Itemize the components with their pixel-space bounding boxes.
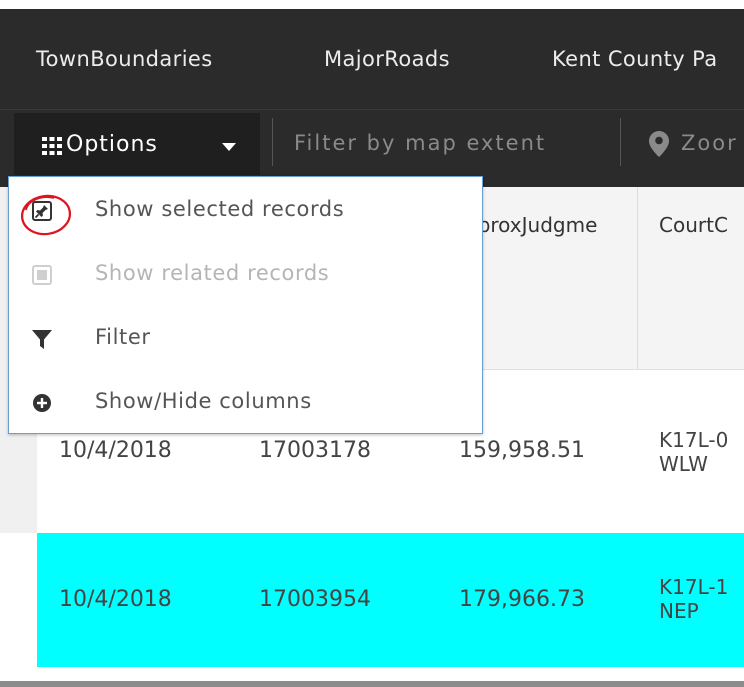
menu-item-label: Show/Hide columns xyxy=(95,389,312,413)
cell-amount: 159,958.51 xyxy=(459,438,585,463)
filter-by-map-extent-button[interactable]: Filter by map extent xyxy=(294,131,546,155)
horizontal-scrollbar[interactable] xyxy=(0,681,744,687)
menu-item-show-related-records[interactable]: Show related records xyxy=(9,243,482,307)
map-marker-icon xyxy=(649,131,669,157)
cell-id: 17003954 xyxy=(259,587,371,612)
menu-item-show-selected-records[interactable]: Show selected records xyxy=(9,179,482,243)
menu-item-filter[interactable]: Filter xyxy=(9,307,482,371)
menu-item-label: Show selected records xyxy=(95,197,345,221)
menu-item-label: Show related records xyxy=(95,261,330,285)
tab-majorroads[interactable]: MajorRoads xyxy=(324,47,450,71)
cell-date: 10/4/2018 xyxy=(59,587,172,612)
toolbar-divider xyxy=(620,118,621,166)
filter-icon xyxy=(32,330,52,349)
table-row-selected[interactable]: 10/4/2018 17003954 179,966.73 K17L-1 NEP xyxy=(37,533,744,667)
cell-date: 10/4/2018 xyxy=(59,438,172,463)
cell-court-line2: NEP xyxy=(659,599,699,623)
menu-item-show-hide-columns[interactable]: Show/Hide columns xyxy=(9,371,482,435)
row-selector[interactable] xyxy=(0,533,37,667)
options-label: Options xyxy=(66,132,158,157)
cell-court-line1: K17L-1 xyxy=(659,575,729,599)
layer-tab-bar: TownBoundaries MajorRoads Kent County Pa xyxy=(0,9,744,109)
cell-amount: 179,966.73 xyxy=(459,587,585,612)
cell-id: 17003178 xyxy=(259,438,371,463)
caret-down-icon xyxy=(222,143,236,151)
square-icon xyxy=(32,265,52,285)
column-divider xyxy=(637,187,638,369)
column-header-court[interactable]: CourtC xyxy=(659,213,728,237)
tab-kent-county[interactable]: Kent County Pa xyxy=(552,47,718,71)
grid-icon xyxy=(42,137,62,155)
tab-townboundaries[interactable]: TownBoundaries xyxy=(36,47,213,71)
annotation-circle xyxy=(20,194,72,236)
top-strip xyxy=(0,0,744,9)
options-dropdown-menu: Show selected records Show related recor… xyxy=(8,176,483,434)
toolbar-divider xyxy=(272,118,273,166)
plus-circle-icon xyxy=(33,394,51,412)
cell-court-line1: K17L-0 xyxy=(659,428,729,452)
options-button[interactable]: Options xyxy=(14,113,260,175)
cell-court-line2: WLW xyxy=(659,452,708,476)
menu-item-label: Filter xyxy=(95,325,151,349)
column-header-approx-judgment[interactable]: pproxJudgme xyxy=(465,213,597,237)
zoom-to-button[interactable]: Zoor xyxy=(681,131,738,155)
